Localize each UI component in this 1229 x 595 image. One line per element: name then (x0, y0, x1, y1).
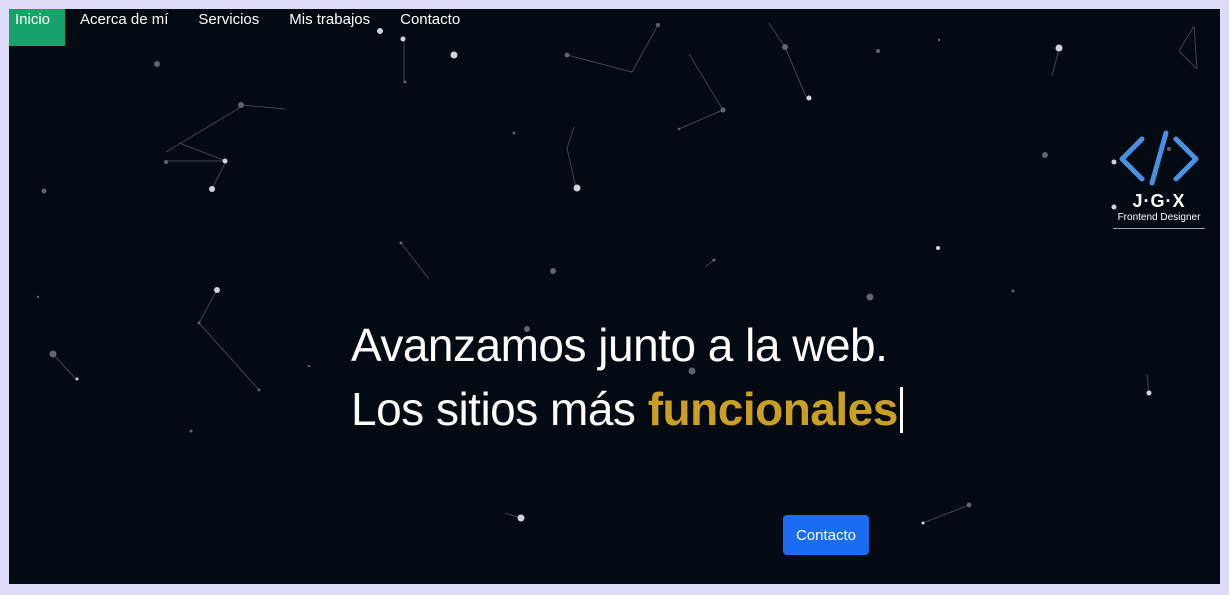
logo-subtitle: Frontend Designer (1113, 211, 1205, 229)
nav-item-acerca[interactable]: Acerca de mí (65, 9, 183, 46)
hero-heading: Avanzamos junto a la web. Los sitios más… (351, 313, 1051, 441)
hero-highlight-word: funcionales (647, 383, 899, 435)
particle-background (36, 22, 1198, 525)
logo-name: J·G·X (1132, 191, 1186, 211)
page-frame: Inicio Acerca de mí Servicios Mis trabaj… (9, 9, 1220, 584)
hero-line-2: Los sitios más funcionales (351, 377, 1051, 441)
main-nav: Inicio Acerca de mí Servicios Mis trabaj… (9, 9, 475, 46)
nav-item-servicios[interactable]: Servicios (183, 9, 274, 46)
nav-item-contacto[interactable]: Contacto (385, 9, 475, 46)
code-brackets-icon (1119, 130, 1199, 186)
typing-cursor (899, 387, 903, 433)
brand-logo: J·G·X Frontend Designer (1113, 127, 1205, 242)
contact-button[interactable]: Contacto (783, 515, 869, 555)
nav-item-trabajos[interactable]: Mis trabajos (274, 9, 385, 46)
hero-line-2-prefix: Los sitios más (351, 383, 648, 435)
hero-line-1: Avanzamos junto a la web. (351, 319, 888, 371)
nav-item-inicio[interactable]: Inicio (9, 9, 66, 46)
